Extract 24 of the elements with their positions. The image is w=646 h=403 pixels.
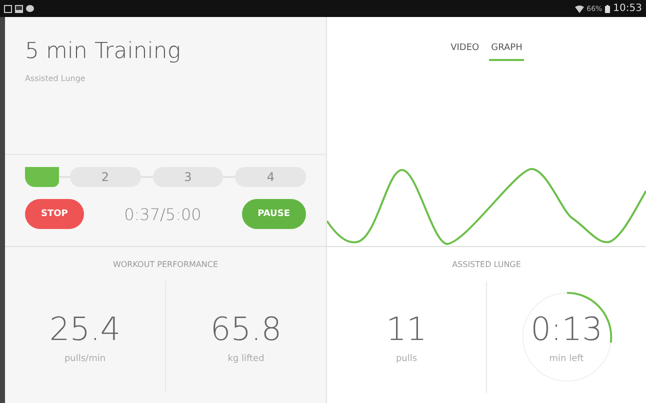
wifi-icon (574, 4, 584, 12)
elapsed-time: 0:37/5:00 (124, 204, 202, 224)
exercise-name: Assisted Lunge (25, 74, 86, 83)
battery-icon (605, 4, 610, 12)
chat-icon (26, 4, 34, 12)
tab[interactable]: VIDEO (448, 43, 482, 61)
stat-unit: pulls (396, 354, 418, 364)
stat-unit: pulls/min (64, 354, 106, 364)
stat-unit: kg lifted (228, 354, 264, 364)
segment-label: 3 (152, 167, 224, 187)
clock: 10:53 (613, 3, 642, 14)
image-icon (15, 4, 23, 12)
segment-label: 2 (70, 167, 141, 187)
stat-value: 0:13 (530, 310, 602, 348)
notification-icon (4, 4, 12, 12)
section-title: WORKOUT PERFORMANCE (112, 259, 220, 269)
stat-unit: min left (549, 354, 584, 364)
training-title: 5 min Training (25, 39, 182, 64)
stat-value: 11 (386, 310, 427, 348)
stat-value: 65.8 (210, 310, 282, 348)
stat-value: 25.4 (49, 310, 121, 348)
segment-label: 4 (235, 167, 306, 187)
tab[interactable]: GRAPH (489, 43, 524, 61)
section-title: ASSISTED LUNGE (451, 259, 522, 269)
